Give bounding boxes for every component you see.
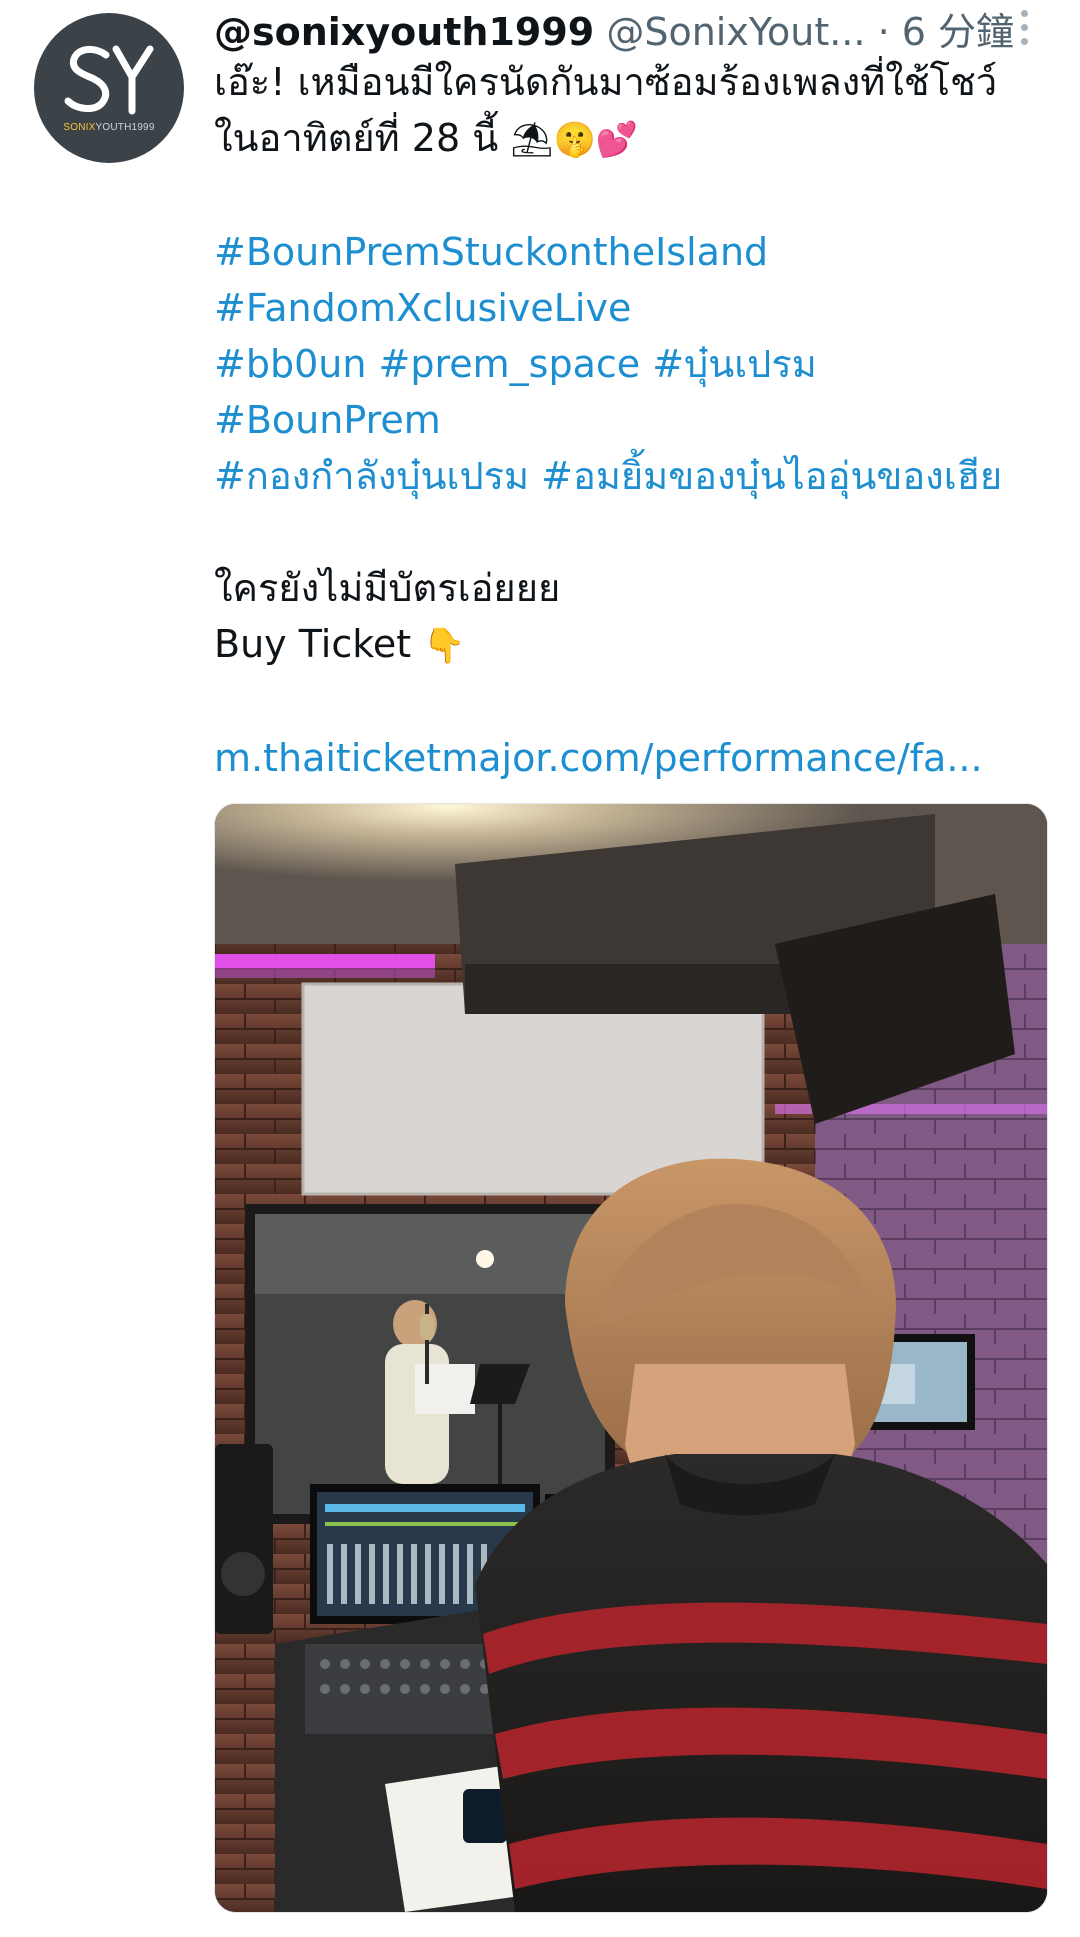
ticket-question: ใครยังไม่มีบัตรเอ่ยยย	[214, 566, 561, 610]
hashtag-row-3: #bb0un #prem_space #บุ๋นเปรม	[214, 336, 1054, 392]
text-line-1: เอ๊ะ! เหมือนมีใครนัดกันมาซ้อมร้องเพลงที่…	[214, 60, 998, 104]
tweet-photo[interactable]	[214, 803, 1048, 1913]
more-vertical-icon[interactable]	[1012, 10, 1036, 54]
avatar-caption: SONIXYOUTH1999	[34, 122, 184, 133]
ticket-link[interactable]: m.thaiticketmajor.com/performance/fa...	[214, 736, 983, 780]
hashtag-row-5: #กองกำลังบุ๋นเปรม #อมยิ้มของบุ๋นไออุ่นขอ…	[214, 448, 1054, 504]
hashtag-link[interactable]: #FandomXclusiveLive	[214, 286, 631, 330]
text-line-2: ในอาทิตย์ที่ 28 นี้ ⛱🤫💕	[214, 110, 1054, 168]
avatar[interactable]: SONIXYOUTH1999	[34, 13, 184, 163]
avatar-caption-brand: SONIX	[63, 122, 96, 133]
tweet[interactable]: SONIXYOUTH1999 @sonixyouth1999 @SonixYou…	[0, 0, 1080, 1937]
tweet-header: @sonixyouth1999 @SonixYout... · 6 分鐘	[214, 4, 1014, 60]
buy-ticket-line: Buy Ticket 👇	[214, 616, 1054, 674]
timestamp[interactable]: 6 分鐘	[902, 10, 1014, 54]
hashtag-link[interactable]: #กองกำลังบุ๋นเปรม	[214, 454, 529, 498]
sy-logo-icon	[64, 45, 154, 115]
avatar-caption-rest: YOUTH1999	[95, 122, 155, 133]
hashtag-row-2: #FandomXclusiveLive	[214, 280, 1054, 336]
hashtag-link[interactable]: #อมยิ้มของบุ๋นไออุ่นของเฮีย	[541, 454, 1002, 498]
shushing-face-emoji: 🤫	[553, 120, 596, 160]
ticket-link-line: m.thaiticketmajor.com/performance/fa...	[214, 730, 1054, 786]
hashtag-link[interactable]: #บุ๋นเปรม	[652, 342, 817, 386]
hashtag-link[interactable]: #bb0un	[214, 342, 366, 386]
hashtag-link[interactable]: #prem_space	[379, 342, 641, 386]
user-handle[interactable]: @SonixYout...	[606, 10, 865, 54]
pointing-down-emoji: 👇	[423, 626, 466, 666]
separator-dot: ·	[877, 10, 890, 54]
two-hearts-emoji: 💕	[595, 120, 639, 160]
display-name[interactable]: @sonixyouth1999	[214, 10, 594, 54]
beach-umbrella-emoji: ⛱	[510, 120, 554, 160]
tweet-text: เอ๊ะ! เหมือนมีใครนัดกันมาซ้อมร้องเพลงที่…	[214, 54, 1054, 786]
hashtag-row-4: #BounPrem	[214, 392, 1054, 448]
hashtag-link[interactable]: #BounPrem	[214, 398, 441, 442]
hashtag-link[interactable]: #BounPremStuckontheIsland	[214, 230, 768, 274]
hashtag-row-1: #BounPremStuckontheIsland	[214, 224, 1054, 280]
studio-photo-image	[215, 804, 1047, 1912]
buy-ticket-text: Buy Ticket	[214, 622, 412, 666]
text-line-2-text: ในอาทิตย์ที่ 28 นี้	[214, 116, 499, 160]
